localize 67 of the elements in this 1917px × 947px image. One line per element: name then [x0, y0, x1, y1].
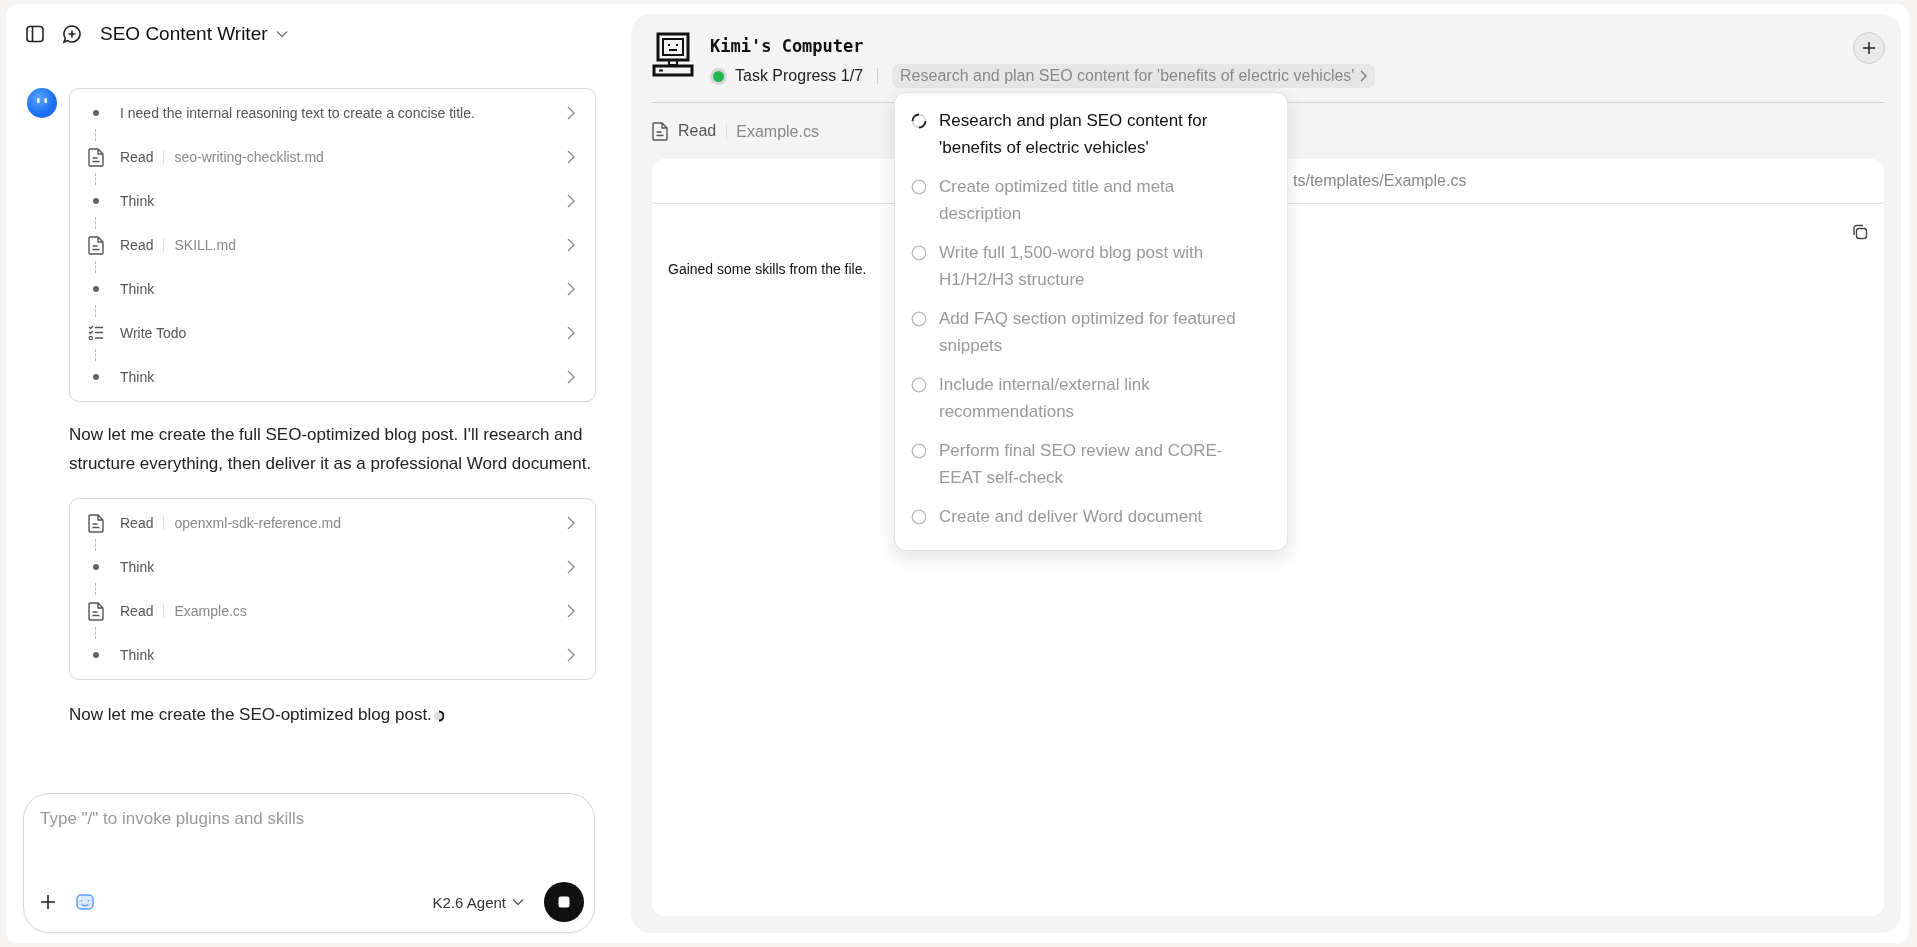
bullet-icon [93, 198, 99, 204]
chevron-icon [567, 194, 575, 208]
copy-icon[interactable] [1852, 224, 1868, 240]
caret-icon[interactable] [275, 30, 288, 38]
document-icon [88, 601, 104, 621]
chevron-icon [567, 648, 575, 662]
document-icon [88, 513, 104, 533]
dashed-connector [95, 217, 96, 229]
chevron-icon [567, 106, 575, 120]
tool-step[interactable]: Read openxml-sdk-reference.md [70, 509, 595, 537]
dashed-connector [95, 129, 96, 141]
bullet-icon [93, 374, 99, 380]
chat-title[interactable]: SEO Content Writer [100, 23, 268, 45]
tool-step[interactable]: Think [70, 641, 595, 669]
assistant-avatar [27, 88, 57, 118]
chevron-icon [567, 238, 575, 252]
tool-step[interactable]: Read seo-writing-checklist.md [70, 143, 595, 171]
tool-step[interactable]: Think [70, 187, 595, 215]
smiling-robot-icon[interactable] [76, 894, 94, 910]
loading-icon [433, 709, 444, 722]
caret-icon [512, 898, 524, 906]
new-chat-icon[interactable] [62, 24, 82, 44]
chevron-icon [567, 282, 575, 296]
dashed-connector [95, 261, 96, 273]
checklist-icon [88, 325, 104, 341]
sidebar-toggle-icon[interactable] [26, 25, 44, 43]
assistant-message: Now let me create the full SEO-optimized blog post. I'll research and structure everything, then deliver it as a professional Word document. [69, 424, 593, 475]
dashed-connector [95, 349, 96, 361]
dashed-connector [95, 539, 96, 551]
tool-step[interactable]: Write Todo [70, 319, 595, 347]
tool-step[interactable]: Think [70, 363, 595, 391]
dashed-connector [95, 305, 96, 317]
tool-step[interactable]: Read SKILL.md [70, 231, 595, 259]
message-input[interactable]: Type "/" to invoke plugins and skills K2.6 Agent [23, 793, 595, 933]
document-icon [652, 121, 668, 141]
tool-step[interactable]: I need the internal reasoning text to create a concise title. [70, 99, 595, 127]
dashed-connector [95, 627, 96, 639]
action-file: Example.cs [726, 123, 819, 139]
chevron-icon [567, 326, 575, 340]
chevron-icon [567, 150, 575, 164]
file-path: ts/templates/Example.cs [1293, 172, 1467, 190]
document-icon [88, 147, 104, 167]
stop-button[interactable] [544, 882, 584, 922]
panel-title: Kimi's Computer [710, 36, 865, 56]
tool-step[interactable]: Think [70, 275, 595, 303]
model-selector[interactable]: K2.6 Agent [432, 893, 524, 911]
action-label: Read [678, 122, 717, 140]
bullet-icon [93, 286, 99, 292]
task-count-label: Task Progress 1/7 [735, 67, 864, 85]
task-item[interactable]: Research and plan SEO content for 'benefits of electric vehicles' [911, 107, 1247, 161]
stop-icon [558, 896, 570, 908]
tool-step[interactable]: Read Example.cs [70, 597, 595, 625]
chevron-icon [567, 370, 575, 384]
bullet-icon [93, 110, 99, 116]
assistant-message: Now let me create the SEO-optimized blog post. [69, 705, 432, 724]
chevron-icon [1360, 70, 1368, 82]
file-content: Gained some skills from the file. [668, 261, 867, 277]
bullet-icon [93, 652, 99, 658]
chevron-icon [567, 560, 575, 574]
tool-step[interactable]: Think [70, 553, 595, 581]
document-icon [88, 235, 104, 255]
chevron-icon [567, 604, 575, 618]
dashed-connector [95, 583, 96, 595]
plus-icon[interactable] [40, 894, 56, 910]
dashed-connector [95, 173, 96, 185]
bullet-icon [93, 564, 99, 570]
chevron-icon [567, 516, 575, 530]
